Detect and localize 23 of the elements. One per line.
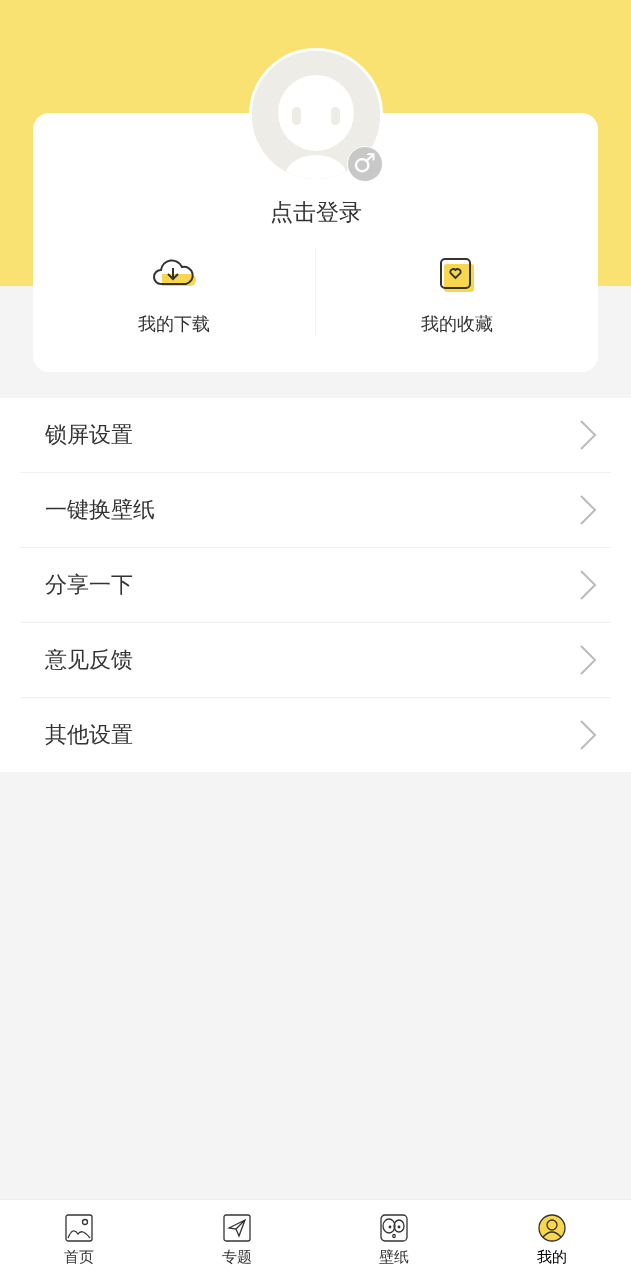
tab[interactable]: 壁纸 (315, 1200, 474, 1280)
menu-item[interactable]: 一键换壁纸 (20, 473, 611, 548)
shortcut-button[interactable]: 我的下载 (33, 248, 315, 336)
login-link[interactable]: 点击登录 (269, 197, 362, 228)
chevron-right-icon (579, 494, 597, 526)
paper-plane-icon (222, 1214, 251, 1242)
image-icon (64, 1214, 93, 1242)
chevron-right-icon (579, 644, 597, 676)
menu-item[interactable]: 其他设置 (20, 698, 611, 772)
chevron-right-icon (579, 569, 597, 601)
face-icon (380, 1214, 409, 1242)
chevron-right-icon (579, 419, 597, 451)
menu-item[interactable]: 锁屏设置 (20, 398, 611, 473)
chevron-right-icon (579, 719, 597, 751)
shortcut-button[interactable]: 我的收藏 (315, 248, 598, 336)
gender-badge: ♂ (346, 146, 383, 182)
menu-item[interactable]: 分享一下 (20, 548, 611, 623)
person-icon (538, 1214, 567, 1242)
menu-item[interactable]: 意见反馈 (20, 623, 611, 698)
heart-icon (438, 256, 476, 294)
tab[interactable]: 我的 (473, 1200, 631, 1280)
tab[interactable]: 首页 (0, 1200, 158, 1280)
tab[interactable]: 专题 (157, 1200, 316, 1280)
